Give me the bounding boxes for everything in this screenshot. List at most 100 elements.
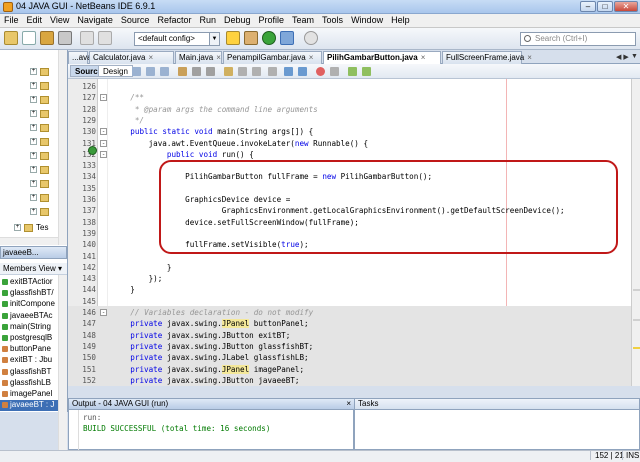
navigator-tab[interactable]: javaeeB... — [0, 246, 67, 259]
expand-icon[interactable]: + — [30, 68, 37, 75]
menu-edit[interactable]: Edit — [23, 14, 47, 27]
expand-icon[interactable]: + — [30, 208, 37, 215]
editor-scrollbar[interactable] — [631, 79, 640, 386]
new-project-icon[interactable] — [4, 31, 18, 45]
shift-right-icon[interactable] — [298, 67, 307, 76]
shift-left-icon[interactable] — [284, 67, 293, 76]
expand-icon[interactable]: + — [30, 124, 37, 131]
member-item[interactable]: imagePanel — [0, 389, 58, 400]
tab-file[interactable]: PilihGambarButton.java × — [323, 51, 441, 65]
menu-team[interactable]: Team — [288, 14, 318, 27]
expand-icon[interactable]: + — [30, 180, 37, 187]
member-item[interactable]: javaeeBT : J — [0, 400, 58, 412]
override-marker-icon[interactable] — [88, 146, 97, 155]
close-icon[interactable]: × — [346, 399, 351, 408]
menu-view[interactable]: View — [46, 14, 73, 27]
member-item[interactable]: javaeeBTAc — [0, 311, 58, 322]
fold-toggle-icon[interactable]: - — [100, 94, 107, 102]
close-tab-icon[interactable]: × — [148, 53, 153, 62]
tab-file[interactable]: PenampilGambar.java × — [223, 51, 322, 64]
open-project-icon[interactable] — [40, 31, 54, 45]
fold-toggle-icon[interactable]: - — [100, 309, 107, 316]
menu-source[interactable]: Source — [117, 14, 154, 27]
expand-icon[interactable]: + — [30, 194, 37, 201]
expand-icon[interactable]: + — [30, 110, 37, 117]
tab-list-icon[interactable]: ▼ — [631, 53, 638, 60]
close-tab-icon[interactable]: × — [527, 53, 532, 62]
menu-debug[interactable]: Debug — [220, 14, 255, 27]
tab-file[interactable]: ...ava — [68, 51, 92, 64]
undo-icon[interactable] — [80, 31, 94, 45]
menu-tools[interactable]: Tools — [318, 14, 347, 27]
stop-macro-icon[interactable] — [330, 67, 339, 76]
forward-icon[interactable] — [160, 67, 169, 76]
toggle-highlight-icon[interactable] — [224, 67, 233, 76]
output-tab[interactable]: Output - 04 JAVA GUI (run) × — [69, 399, 355, 410]
tree-item-tests[interactable]: + Tes — [0, 222, 67, 234]
uncomment-icon[interactable] — [362, 67, 371, 76]
menu-help[interactable]: Help — [387, 14, 414, 27]
bookmark-toggle-icon[interactable] — [268, 67, 277, 76]
menu-navigate[interactable]: Navigate — [73, 14, 117, 27]
expand-icon[interactable]: + — [30, 82, 37, 89]
bookmark-next-icon[interactable] — [252, 67, 261, 76]
bookmark-prev-icon[interactable] — [238, 67, 247, 76]
members-scrollbar[interactable] — [58, 275, 67, 462]
projects-hscrollbar[interactable] — [0, 237, 58, 245]
member-item[interactable]: glassfishBT — [0, 367, 58, 378]
new-file-icon[interactable] — [22, 31, 36, 45]
tab-file[interactable]: Main.java × — [175, 51, 222, 64]
close-tab-icon[interactable]: × — [309, 53, 314, 62]
close-button[interactable]: ✕ — [614, 1, 638, 12]
clean-build-icon[interactable] — [244, 31, 258, 45]
members-view-select[interactable]: Members View ▾ — [0, 263, 67, 275]
expand-icon[interactable]: + — [30, 96, 37, 103]
tab-file[interactable]: Calculator.java × — [89, 51, 174, 64]
find-next-icon[interactable] — [206, 67, 215, 76]
tab-scroll-icon[interactable]: ◀ ▶ — [616, 53, 629, 61]
member-item[interactable]: exitBT : Jbu — [0, 355, 58, 366]
save-all-icon[interactable] — [58, 31, 72, 45]
member-item[interactable]: glassfishLB — [0, 378, 58, 389]
tab-file[interactable]: FullScreenFrame.java × — [442, 51, 532, 64]
find-icon[interactable] — [178, 67, 187, 76]
member-item[interactable]: postgresqlB — [0, 333, 58, 344]
search-input[interactable]: Search (Ctrl+I) — [520, 32, 636, 46]
run-icon[interactable] — [262, 31, 276, 45]
fold-toggle-icon[interactable]: - — [100, 150, 107, 158]
menu-refactor[interactable]: Refactor — [153, 14, 195, 27]
code-editor[interactable]: 126 127 /** -128 * @param args the command… — [68, 79, 631, 386]
menu-profile[interactable]: Profile — [255, 14, 289, 27]
find-prev-icon[interactable] — [192, 67, 201, 76]
close-tab-icon[interactable]: × — [421, 53, 426, 62]
expand-icon[interactable]: + — [14, 224, 21, 231]
close-tab-icon[interactable]: × — [216, 53, 221, 62]
back-icon[interactable] — [146, 67, 155, 76]
menu-file[interactable]: File — [0, 14, 23, 27]
history-icon[interactable] — [132, 67, 141, 76]
fold-toggle-icon[interactable]: - — [100, 128, 107, 136]
debug-icon[interactable] — [280, 31, 294, 45]
maximize-button[interactable]: □ — [597, 1, 613, 12]
expand-icon[interactable]: + — [30, 152, 37, 159]
member-item[interactable]: glassfishBT/ — [0, 288, 58, 299]
member-item[interactable]: exitBTActior — [0, 277, 58, 288]
design-button[interactable]: Design — [98, 65, 133, 77]
expand-icon[interactable]: + — [30, 138, 37, 145]
minimize-button[interactable]: – — [580, 1, 596, 12]
tasks-tab[interactable]: Tasks — [355, 399, 639, 410]
code-line[interactable]: 152 private javax.swing.JButton javaeeBT… — [68, 373, 631, 386]
profile-icon[interactable] — [304, 31, 318, 45]
fold-toggle-icon[interactable]: - — [100, 139, 107, 147]
expand-icon[interactable]: + — [30, 166, 37, 173]
projects-scrollbar[interactable] — [58, 50, 67, 245]
redo-icon[interactable] — [98, 31, 112, 45]
record-macro-icon[interactable] — [316, 67, 325, 76]
build-icon[interactable] — [226, 31, 240, 45]
member-item[interactable]: main(String — [0, 322, 58, 333]
menu-run[interactable]: Run — [195, 14, 220, 27]
member-item[interactable]: initCompone — [0, 299, 58, 310]
member-item[interactable]: buttonPane — [0, 344, 58, 355]
config-select[interactable]: <default config> ▼ — [134, 32, 220, 46]
comment-icon[interactable] — [348, 67, 357, 76]
